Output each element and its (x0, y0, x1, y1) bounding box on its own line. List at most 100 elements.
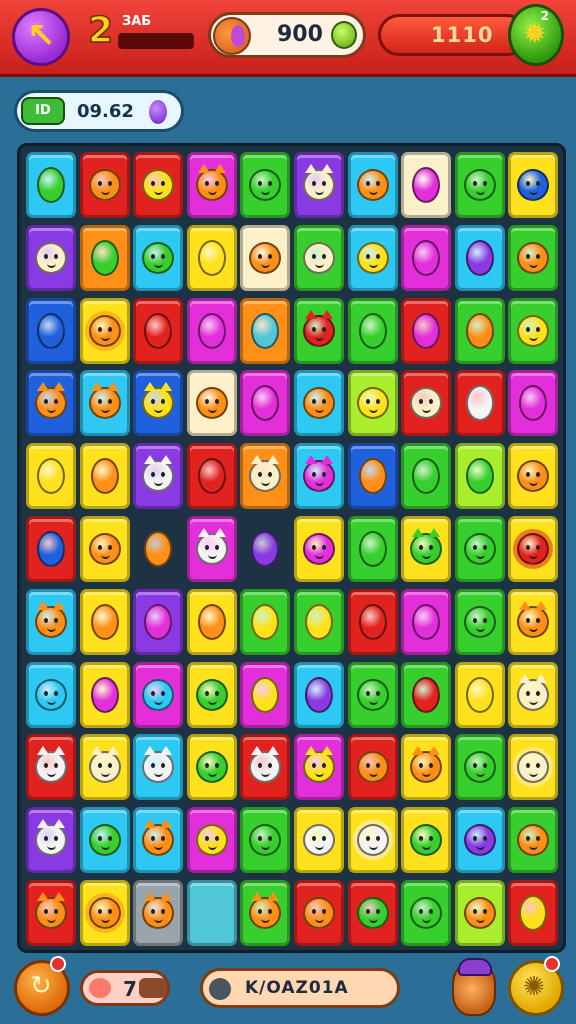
board-tile[interactable] (294, 588, 344, 655)
board-tile[interactable] (26, 224, 76, 291)
board-tile[interactable] (294, 443, 344, 510)
board-tile[interactable] (240, 880, 291, 946)
board-tile[interactable] (508, 224, 559, 291)
board-tile[interactable] (26, 880, 76, 946)
board-tile[interactable] (240, 807, 291, 874)
board-tile[interactable] (294, 152, 344, 218)
board-tile[interactable] (79, 661, 130, 728)
board-tile[interactable] (401, 152, 452, 218)
board-tile[interactable] (401, 297, 452, 364)
board-tile[interactable] (508, 807, 559, 874)
board-tile[interactable] (454, 734, 505, 801)
board-tile[interactable] (133, 588, 184, 655)
board-tile[interactable] (133, 880, 184, 946)
board-tile[interactable] (508, 588, 559, 655)
board-tile[interactable] (347, 734, 398, 801)
board-tile[interactable] (186, 297, 237, 364)
board-tile[interactable] (79, 443, 130, 510)
board-tile[interactable] (26, 661, 76, 728)
board-tile[interactable] (79, 880, 130, 946)
board-tile[interactable] (133, 224, 184, 291)
board-tile[interactable] (79, 516, 130, 582)
board-tile[interactable] (454, 224, 505, 291)
board-tile[interactable] (347, 807, 398, 874)
board-tile[interactable] (240, 370, 291, 437)
board-tile[interactable] (294, 516, 344, 582)
board-tile[interactable] (294, 370, 344, 437)
board-tile[interactable] (133, 443, 184, 510)
board-tile[interactable] (454, 516, 505, 582)
board-tile[interactable] (454, 443, 505, 510)
board-tile[interactable] (240, 152, 291, 218)
board-tile[interactable] (294, 661, 344, 728)
board-tile[interactable] (401, 443, 452, 510)
board-tile[interactable] (401, 880, 452, 946)
board-tile[interactable] (454, 370, 505, 437)
board-tile[interactable] (186, 152, 237, 218)
board-tile[interactable] (508, 152, 559, 218)
board-tile[interactable] (26, 588, 76, 655)
board-tile[interactable] (294, 807, 344, 874)
board-tile[interactable] (133, 370, 184, 437)
board-tile[interactable] (508, 443, 559, 510)
board-tile[interactable] (454, 297, 505, 364)
back-button[interactable]: ↖ (12, 8, 70, 66)
board-tile[interactable] (508, 297, 559, 364)
board-tile[interactable] (347, 224, 398, 291)
board-tile[interactable] (454, 152, 505, 218)
board-tile[interactable] (347, 297, 398, 364)
board-tile[interactable] (401, 807, 452, 874)
board-tile[interactable] (401, 661, 452, 728)
board-tile[interactable] (454, 807, 505, 874)
board-tile[interactable] (240, 516, 290, 582)
board-tile[interactable] (240, 224, 291, 291)
settings-button[interactable]: ✹ 2 (508, 4, 564, 66)
board-tile[interactable] (347, 443, 398, 510)
board-tile[interactable] (26, 734, 76, 801)
coin-counter[interactable]: 900 (208, 12, 366, 58)
board-tile[interactable] (347, 880, 398, 946)
board-tile[interactable] (401, 370, 452, 437)
board-tile[interactable] (133, 734, 184, 801)
board-tile[interactable] (347, 588, 398, 655)
board-tile[interactable] (508, 734, 559, 801)
board-tile[interactable] (508, 370, 559, 437)
board-tile[interactable] (186, 880, 237, 946)
board-tile[interactable] (294, 880, 344, 946)
board-tile[interactable] (133, 807, 184, 874)
board-tile[interactable] (347, 661, 398, 728)
board-tile[interactable] (454, 588, 505, 655)
board-tile[interactable] (79, 734, 130, 801)
board-tile[interactable] (186, 443, 237, 510)
board-tile[interactable] (26, 370, 76, 437)
board-tile[interactable] (79, 807, 130, 874)
board-tile[interactable] (240, 443, 291, 510)
board-tile[interactable] (79, 588, 130, 655)
board-tile[interactable] (186, 370, 237, 437)
board-tile[interactable] (240, 297, 291, 364)
board-tile[interactable] (79, 152, 130, 218)
board-tile[interactable] (79, 224, 130, 291)
board-tile[interactable] (26, 516, 76, 582)
board-tile[interactable] (401, 224, 452, 291)
board-tile[interactable] (26, 807, 76, 874)
board-tile[interactable] (26, 152, 76, 218)
board-tile[interactable] (508, 516, 559, 582)
board-tile[interactable] (133, 661, 184, 728)
board-tile[interactable] (294, 734, 344, 801)
board-tile[interactable] (133, 297, 184, 364)
board-tile[interactable] (401, 516, 452, 582)
board-tile[interactable] (186, 588, 237, 655)
board-tile[interactable] (401, 734, 452, 801)
board-tile[interactable] (240, 661, 291, 728)
board-tile[interactable] (508, 880, 559, 946)
board-tile[interactable] (508, 661, 559, 728)
board-tile[interactable] (79, 370, 130, 437)
board-tile[interactable] (133, 516, 183, 582)
board-tile[interactable] (294, 224, 344, 291)
board-tile[interactable] (401, 588, 452, 655)
board-tile[interactable] (26, 443, 76, 510)
board-tile[interactable] (186, 516, 237, 582)
board-tile[interactable] (186, 224, 237, 291)
board-tile[interactable] (79, 297, 130, 364)
